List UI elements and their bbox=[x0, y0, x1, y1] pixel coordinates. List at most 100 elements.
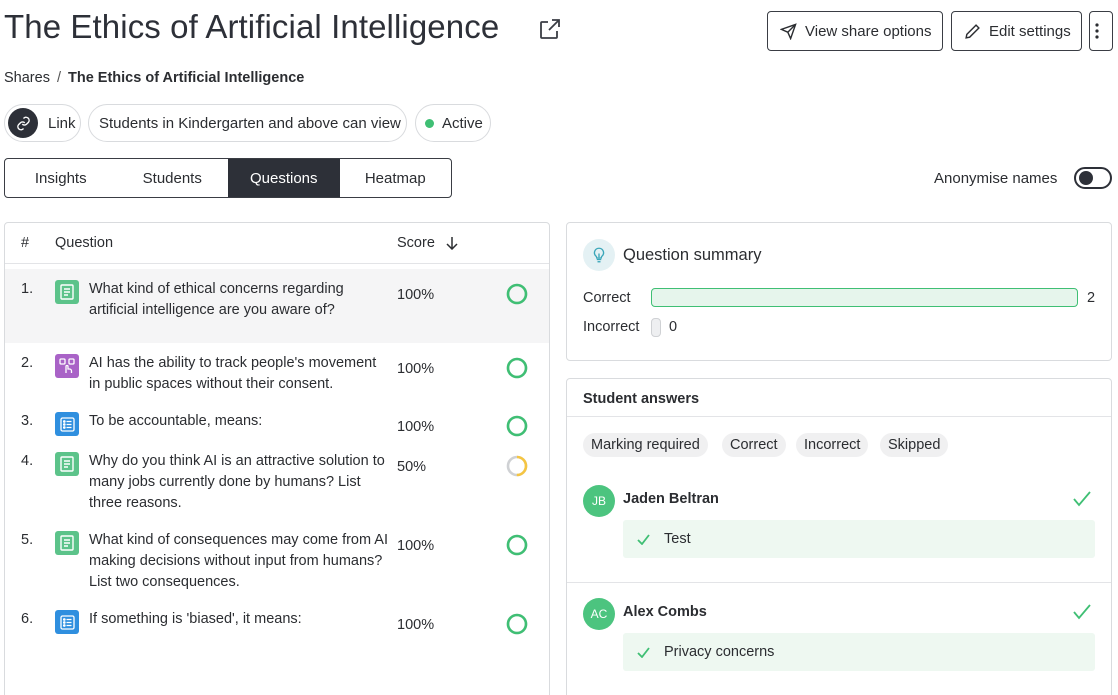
question-number: 6. bbox=[21, 611, 34, 627]
correct-check-icon bbox=[1073, 491, 1091, 507]
table-row[interactable]: 3. To be accountable, means: 100% bbox=[5, 401, 549, 441]
link-icon bbox=[8, 108, 38, 138]
view-share-options-label: View share options bbox=[805, 22, 932, 40]
answers-header-divider bbox=[567, 416, 1111, 417]
filter-correct[interactable]: Correct bbox=[722, 433, 786, 457]
sort-arrow-down-icon[interactable] bbox=[446, 236, 458, 250]
question-text: If something is 'biased', it means: bbox=[89, 611, 302, 627]
toggle-knob bbox=[1079, 171, 1093, 185]
student-answer[interactable]: Privacy concerns bbox=[623, 633, 1095, 671]
table-row[interactable]: 2. AI has the ability to track people's m… bbox=[5, 343, 549, 401]
multiple-choice-icon bbox=[55, 610, 79, 634]
header-divider bbox=[5, 263, 549, 264]
question-score: 100% bbox=[397, 361, 435, 377]
check-icon bbox=[637, 646, 650, 658]
avatar: JB bbox=[583, 485, 615, 517]
question-text: Why do you think AI is an attractive sol… bbox=[89, 453, 385, 511]
student-answers-title: Student answers bbox=[583, 391, 700, 407]
text-response-icon bbox=[55, 280, 79, 304]
text-response-icon bbox=[55, 531, 79, 555]
question-text: What kind of ethical concerns regarding … bbox=[89, 281, 344, 318]
question-score: 100% bbox=[397, 419, 435, 435]
table-row[interactable]: 1. What kind of ethical concerns regardin… bbox=[5, 269, 549, 343]
student-answer-text: Privacy concerns bbox=[664, 644, 775, 660]
status-chip-label: Active bbox=[442, 114, 483, 132]
question-number: 1. bbox=[21, 281, 34, 297]
student-answers-panel: Student answers Marking required Correct… bbox=[566, 378, 1112, 695]
question-summary-panel: Question summary Correct 2 Incorrect 0 bbox=[566, 222, 1112, 361]
more-vertical-icon bbox=[1095, 23, 1099, 39]
check-icon bbox=[637, 533, 650, 545]
anonymise-names-label: Anonymise names bbox=[934, 170, 1058, 187]
incorrect-label: Incorrect bbox=[583, 319, 640, 335]
lightbulb-icon bbox=[583, 239, 615, 271]
incorrect-count: 0 bbox=[669, 319, 678, 335]
avatar: AC bbox=[583, 598, 615, 630]
question-number: 3. bbox=[21, 413, 34, 429]
drag-drop-icon bbox=[55, 354, 79, 378]
questions-table: # Question Score 1. What kind of ethical … bbox=[4, 222, 550, 695]
edit-settings-label: Edit settings bbox=[989, 22, 1071, 40]
more-options-button[interactable] bbox=[1089, 11, 1113, 51]
student-divider bbox=[567, 582, 1111, 583]
table-row[interactable]: 4. Why do you think AI is an attractive s… bbox=[5, 441, 549, 520]
question-score: 100% bbox=[397, 287, 435, 303]
page-title: The Ethics of Artificial Intelligence bbox=[4, 8, 500, 45]
correct-label: Correct bbox=[583, 290, 631, 306]
breadcrumb-shares-link[interactable]: Shares bbox=[4, 70, 50, 86]
tab-students[interactable]: Students bbox=[117, 159, 229, 197]
correct-check-icon bbox=[1073, 604, 1091, 620]
filter-incorrect[interactable]: Incorrect bbox=[796, 433, 869, 457]
question-text: To be accountable, means: bbox=[89, 413, 263, 429]
question-number: 2. bbox=[21, 355, 34, 371]
table-row[interactable]: 6. If something is 'biased', it means: 100… bbox=[5, 599, 549, 639]
score-ring-icon bbox=[506, 534, 528, 556]
question-score: 100% bbox=[397, 617, 435, 633]
question-summary-title: Question summary bbox=[623, 246, 762, 264]
questions-table-header: # Question Score bbox=[5, 223, 549, 263]
status-chip[interactable]: Active bbox=[415, 104, 491, 142]
question-number: 5. bbox=[21, 532, 34, 548]
send-icon bbox=[780, 22, 797, 40]
question-text: AI has the ability to track people's mov… bbox=[89, 355, 377, 392]
audience-chip-label: Students in Kindergarten and above can v… bbox=[99, 114, 401, 132]
incorrect-bar bbox=[651, 318, 661, 337]
question-score: 100% bbox=[397, 538, 435, 554]
tab-heatmap[interactable]: Heatmap bbox=[340, 159, 452, 197]
breadcrumb-current: The Ethics of Artificial Intelligence bbox=[67, 70, 305, 86]
pencil-icon bbox=[965, 23, 980, 39]
filter-marking-required[interactable]: Marking required bbox=[583, 433, 708, 457]
breadcrumb: Shares / The Ethics of Artificial Intellig… bbox=[4, 70, 304, 86]
status-dot-icon bbox=[425, 118, 434, 128]
question-text: What kind of consequences may come from … bbox=[89, 532, 388, 590]
column-score-header[interactable]: Score bbox=[397, 235, 435, 251]
student-name: Jaden Beltran bbox=[623, 491, 719, 507]
score-ring-icon bbox=[506, 357, 528, 379]
correct-count: 2 bbox=[1087, 290, 1096, 306]
score-ring-icon bbox=[506, 283, 528, 305]
multiple-choice-icon bbox=[55, 412, 79, 436]
filter-skipped[interactable]: Skipped bbox=[880, 433, 949, 457]
external-link-icon[interactable] bbox=[538, 17, 562, 41]
tab-insights[interactable]: Insights bbox=[5, 159, 117, 197]
student-answer-text: Test bbox=[664, 531, 691, 547]
student-answer[interactable]: Test bbox=[623, 520, 1095, 558]
question-score: 50% bbox=[397, 459, 427, 475]
table-row[interactable]: 5. What kind of consequences may come fro… bbox=[5, 520, 549, 599]
breadcrumb-separator: / bbox=[56, 70, 61, 86]
score-ring-icon bbox=[506, 613, 528, 635]
link-chip-label: Link bbox=[48, 114, 76, 132]
score-ring-icon bbox=[506, 415, 528, 437]
question-number: 4. bbox=[21, 453, 34, 469]
link-chip[interactable]: Link bbox=[4, 104, 81, 142]
tab-questions[interactable]: Questions bbox=[228, 159, 340, 197]
edit-settings-button[interactable]: Edit settings bbox=[951, 11, 1082, 51]
view-tabs: Insights Students Questions Heatmap bbox=[4, 158, 452, 198]
student-name: Alex Combs bbox=[623, 604, 707, 620]
anonymise-names-toggle[interactable] bbox=[1074, 167, 1112, 189]
column-number-header: # bbox=[21, 235, 30, 251]
column-question-header: Question bbox=[55, 235, 114, 251]
view-share-options-button[interactable]: View share options bbox=[767, 11, 943, 51]
score-ring-icon bbox=[506, 455, 528, 477]
audience-chip[interactable]: Students in Kindergarten and above can v… bbox=[88, 104, 407, 142]
